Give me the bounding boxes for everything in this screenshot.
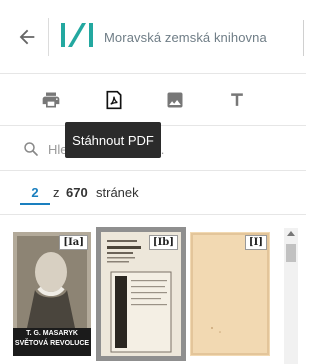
- back-arrow-icon[interactable]: [16, 26, 38, 48]
- page-label: [Ia]: [59, 235, 88, 250]
- scrollbar-thumb[interactable]: [286, 244, 296, 262]
- image-button[interactable]: [163, 88, 187, 112]
- search-icon: [24, 142, 38, 156]
- blank-page-image: [190, 232, 270, 356]
- page-thumbnail[interactable]: T. G. MASARYK SVĚTOVÁ REVOLUCE [Ia]: [13, 232, 91, 356]
- app-header: Moravská zemská knihovna: [0, 0, 306, 74]
- pager-unit: stránek: [96, 185, 139, 200]
- page-label: [Ib]: [148, 235, 178, 250]
- portrait-image: [13, 232, 91, 356]
- page-navigator: 2 z 670 stránek: [0, 171, 306, 215]
- current-page-input[interactable]: 2: [20, 183, 50, 205]
- print-button[interactable]: [39, 88, 63, 112]
- pager-total: 670: [66, 185, 88, 200]
- page-thumbnail-selected[interactable]: [Ib]: [96, 227, 186, 361]
- download-pdf-button[interactable]: [102, 88, 126, 112]
- print-icon: [42, 92, 60, 108]
- pdf-icon: [106, 90, 122, 110]
- text-page-image: [101, 232, 181, 356]
- page-thumbnail[interactable]: [I]: [190, 232, 270, 356]
- thumb1-title: SVĚTOVÁ REVOLUCE: [14, 340, 90, 347]
- header-divider: [48, 18, 49, 56]
- thumb1-author: T. G. MASARYK: [26, 330, 78, 337]
- header-edge: [303, 20, 306, 56]
- library-logo-icon[interactable]: [60, 22, 94, 48]
- scroll-up-icon[interactable]: [287, 231, 295, 236]
- action-toolbar: [0, 74, 306, 126]
- page-label: [I]: [244, 235, 267, 250]
- image-icon: [167, 92, 183, 108]
- thumbnail-strip: T. G. MASARYK SVĚTOVÁ REVOLUCE [Ia] [Ib]: [0, 216, 306, 364]
- pdf-tooltip: Stáhnout PDF: [65, 122, 161, 158]
- thumbnail-scrollbar[interactable]: [284, 228, 298, 364]
- pager-separator: z: [53, 185, 60, 200]
- text-button[interactable]: [225, 88, 249, 112]
- library-name[interactable]: Moravská zemská knihovna: [104, 30, 267, 45]
- text-icon: [231, 93, 243, 106]
